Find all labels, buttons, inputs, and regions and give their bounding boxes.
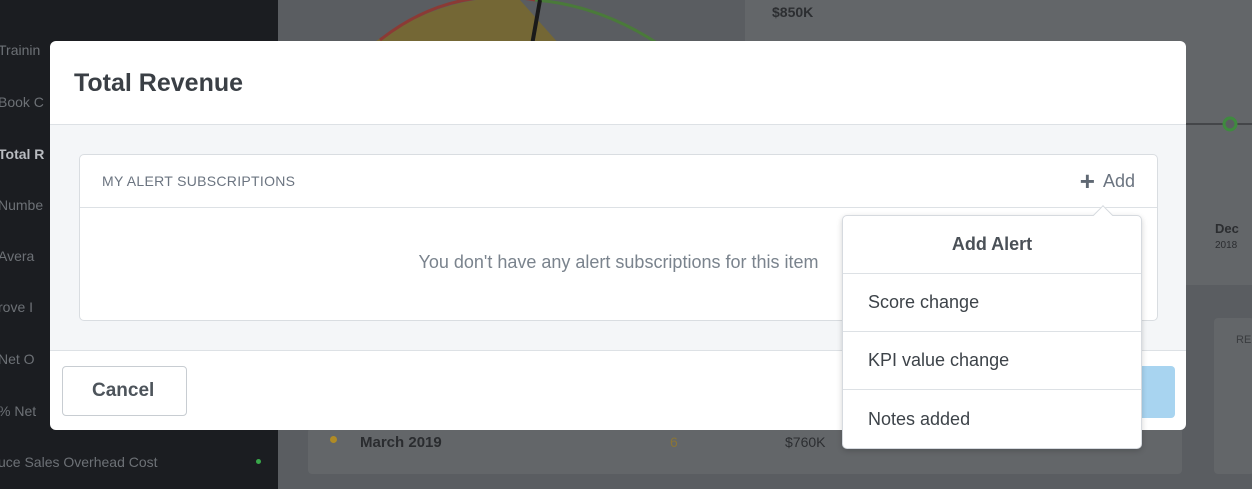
- menu-item-kpi-value-change[interactable]: KPI value change: [843, 332, 1141, 390]
- sidebar-item[interactable]: Net O: [0, 351, 35, 371]
- sidebar-item[interactable]: Trainin: [0, 42, 40, 62]
- status-dot: [256, 459, 261, 464]
- sidebar-item[interactable]: uce Sales Overhead Cost: [0, 454, 158, 474]
- sidebar-item-active[interactable]: Total R: [0, 146, 44, 166]
- trend-line: [1180, 116, 1252, 132]
- date-month: Dec: [1215, 221, 1239, 236]
- row-status-dot: [330, 436, 337, 443]
- subscriptions-header: MY ALERT SUBSCRIPTIONS + Add: [80, 155, 1157, 208]
- sidebar-item[interactable]: % Net: [0, 403, 36, 423]
- sidebar-item[interactable]: rove I: [0, 299, 33, 319]
- plus-icon: +: [1079, 166, 1095, 196]
- add-alert-label: Add: [1102, 170, 1135, 191]
- side-card-label: RE: [1236, 334, 1252, 346]
- row-count: 6: [670, 434, 678, 450]
- row-label: March 2019: [360, 434, 442, 451]
- dropdown-title: Add Alert: [843, 216, 1141, 274]
- gauge-chart: [370, 0, 661, 45]
- modal-header: Total Revenue: [50, 41, 1186, 125]
- cancel-button[interactable]: Cancel: [62, 366, 187, 416]
- modal-title: Total Revenue: [74, 69, 244, 97]
- subscriptions-heading: MY ALERT SUBSCRIPTIONS: [102, 173, 296, 189]
- date-year: 2018: [1215, 240, 1238, 251]
- sidebar-item[interactable]: Avera: [0, 248, 34, 268]
- add-alert-dropdown: Add Alert Score change KPI value change …: [842, 205, 1142, 449]
- sidebar-item[interactable]: Book C: [0, 94, 44, 114]
- add-alert-button[interactable]: + Add: [1079, 166, 1135, 196]
- chart-value: $850K: [772, 4, 814, 20]
- menu-item-score-change[interactable]: Score change: [843, 274, 1141, 332]
- menu-item-notes-added[interactable]: Notes added: [843, 390, 1141, 448]
- sidebar-item[interactable]: Numbe: [0, 197, 43, 217]
- row-amount: $760K: [785, 434, 826, 450]
